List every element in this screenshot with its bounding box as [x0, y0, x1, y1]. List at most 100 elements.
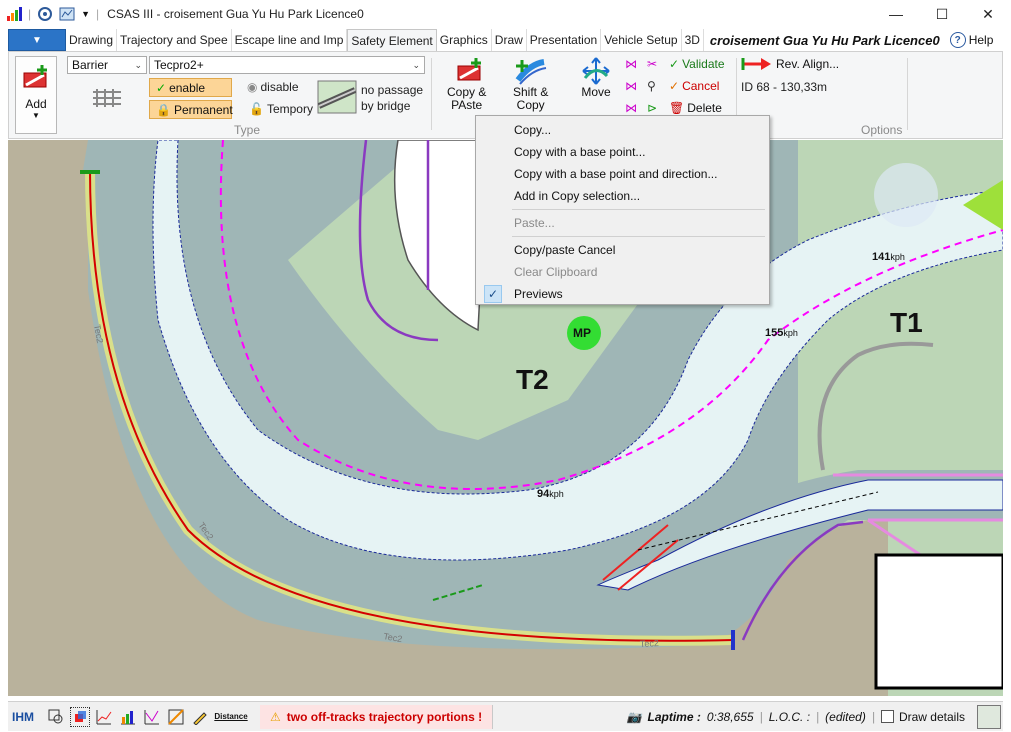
grid-toggle-icon[interactable] — [977, 704, 1001, 729]
node-remove-icon: ⋈ — [625, 101, 637, 115]
divider — [431, 58, 432, 130]
corner-label-t1: T1 — [890, 307, 923, 338]
copy-paste-button[interactable]: Copy & PAste — [447, 56, 486, 112]
lock-icon: 🔒 — [156, 102, 171, 117]
menu-item-paste: Paste... — [514, 216, 555, 230]
element-type-value: Barrier — [72, 58, 109, 72]
divider — [907, 58, 908, 130]
pencil-icon[interactable] — [190, 707, 210, 727]
distance-icon-label: Distance — [214, 712, 248, 721]
fence-icon[interactable] — [91, 86, 123, 111]
qa-dropdown-icon[interactable]: ▼ — [81, 9, 90, 19]
cancel-check-icon: ✓ — [669, 79, 680, 93]
chevron-down-icon: ▼ — [32, 111, 40, 120]
help-button[interactable]: ? Help — [949, 29, 994, 51]
watermark-logo — [874, 163, 938, 227]
shift-copy-button[interactable]: Shift & Copy — [513, 56, 548, 112]
move-button[interactable]: Move — [579, 56, 613, 99]
validate-label: Validate — [682, 57, 725, 71]
minimize-button[interactable]: — — [873, 0, 919, 28]
bridge-icon[interactable] — [317, 80, 357, 117]
node-add-button[interactable]: ⋈ — [625, 57, 637, 71]
line-chart-icon[interactable] — [94, 707, 114, 727]
distance-icon[interactable]: Distance — [214, 707, 248, 727]
map-icon[interactable] — [59, 6, 75, 22]
tab-escape-line[interactable]: Escape line and Imp — [232, 29, 348, 51]
menu-item-clear-clipboard: Clear Clipboard — [514, 265, 598, 279]
move-arrows-icon — [582, 57, 610, 85]
add-button[interactable]: Add ▼ — [15, 56, 57, 134]
draw-details-checkbox[interactable]: Draw details — [880, 710, 965, 724]
title-bar: | ▼ | CSAS III - croisement Gua Yu Hu Pa… — [0, 0, 1011, 28]
menu-item-previews-label: Previews — [514, 287, 563, 301]
menu-separator — [512, 236, 765, 237]
delete-button[interactable]: 🗑 Delete — [669, 101, 722, 115]
tab-graphics[interactable]: Graphics — [437, 29, 492, 51]
tab-vehicle-setup[interactable]: Vehicle Setup — [601, 29, 682, 51]
add-label: Add — [25, 97, 47, 111]
maximize-button[interactable]: ☐ — [919, 0, 965, 28]
trim-button[interactable]: ⊳ — [647, 101, 657, 115]
tab-safety-element[interactable]: Safety Element — [347, 29, 437, 51]
settings-icon[interactable] — [37, 6, 53, 22]
node-remove-button[interactable]: ⋈ — [625, 101, 637, 115]
speed-label-94: 94kph — [537, 488, 564, 500]
help-label: Help — [968, 33, 994, 47]
element-model-select[interactable]: Tecpro2+ ⌄ — [149, 56, 425, 74]
shift-copy-label-2: Copy — [516, 98, 545, 112]
unlock-icon: 🔓 — [249, 102, 264, 116]
separator: | — [816, 709, 820, 724]
node-split-button[interactable]: ⋈ — [625, 79, 637, 93]
menu-item-copy-base-point[interactable]: Copy with a base point... — [476, 141, 769, 163]
temporary-label: Tempory — [266, 102, 313, 116]
copy-paste-label-2: PAste — [451, 98, 483, 112]
close-button[interactable]: ✕ — [965, 0, 1011, 28]
permanent-toggle[interactable]: 🔒 Permanent — [149, 100, 233, 119]
barrier-label: Tec2 — [640, 638, 660, 649]
menu-item-copy-paste-cancel[interactable]: Copy/paste Cancel — [476, 239, 769, 261]
check-icon: ✓ — [156, 80, 167, 95]
tab-drawing[interactable]: Drawing — [66, 29, 118, 51]
warning-icon: ⚠ — [270, 709, 281, 724]
disable-toggle[interactable]: ◉ disable — [247, 80, 299, 94]
ihm-label[interactable]: IHM — [12, 710, 34, 724]
node-add-icon: ⋈ — [625, 57, 637, 71]
separator: | — [96, 7, 100, 21]
add-barrier-icon — [23, 65, 47, 88]
node-split-icon: ⋈ — [625, 79, 637, 93]
zoom-window-icon[interactable] — [46, 707, 66, 727]
cancel-button[interactable]: ✓ Cancel — [669, 79, 719, 93]
reverse-align-button[interactable]: Rev. Align... — [741, 56, 839, 72]
id-info: ID 68 - 130,33m — [741, 80, 828, 94]
app-window: | ▼ | CSAS III - croisement Gua Yu Hu Pa… — [0, 0, 1011, 732]
menu-item-copy-base-point-direction[interactable]: Copy with a base point and direction... — [476, 163, 769, 185]
camera-icon[interactable]: 📷 — [627, 710, 642, 724]
speed-chart-icon[interactable] — [142, 707, 162, 727]
scissors-button[interactable]: ✂ — [647, 57, 657, 71]
cube-icon[interactable] — [70, 706, 90, 727]
trim-icon: ⊳ — [647, 101, 658, 115]
menu-item-copy[interactable]: Copy... — [476, 119, 769, 141]
chevron-down-icon: ⌄ — [134, 59, 142, 70]
rev-align-label: Rev. Align... — [776, 57, 840, 71]
tab-3d[interactable]: 3D — [682, 29, 704, 51]
file-menu-button[interactable]: ▼ — [8, 29, 66, 51]
separator: | — [871, 709, 875, 724]
tab-presentation[interactable]: Presentation — [527, 29, 602, 51]
laptime-area: 📷 Laptime : 0:38,655 | L.O.C. : | (edite… — [627, 704, 1003, 729]
loc-label: L.O.C. : — [768, 709, 811, 724]
tab-draw[interactable]: Draw — [492, 29, 527, 51]
bar-chart-icon[interactable] — [118, 707, 138, 727]
ruler-icon[interactable] — [166, 707, 186, 727]
copy-context-menu: Copy... Copy with a base point... Copy w… — [475, 115, 770, 305]
chevron-down-icon: ▼ — [32, 34, 42, 46]
pin-button[interactable]: ⚲ — [647, 79, 656, 93]
element-type-select[interactable]: Barrier ⌄ — [67, 56, 147, 74]
validate-button[interactable]: ✓ Validate — [669, 57, 725, 71]
enable-toggle[interactable]: ✓ enable — [149, 78, 232, 97]
signal-bars-icon[interactable] — [6, 6, 22, 22]
temporary-toggle[interactable]: 🔓 Tempory — [249, 102, 313, 116]
menu-item-previews[interactable]: ✓ Previews — [476, 283, 769, 305]
tab-trajectory-speed[interactable]: Trajectory and Spee — [117, 29, 232, 51]
menu-item-add-copy-selection[interactable]: Add in Copy selection... — [476, 185, 769, 207]
